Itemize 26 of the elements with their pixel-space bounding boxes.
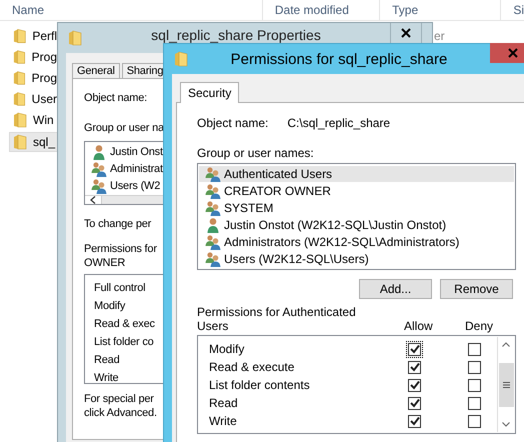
label: For special per: [84, 392, 155, 406]
label: Object name:: [197, 116, 268, 130]
label: click Advanced.: [84, 406, 157, 420]
permission-name: List folder contents: [208, 378, 310, 392]
object-path: C:\sql_replic_share: [287, 116, 390, 130]
label: Permissions for Authenticated Users: [197, 305, 357, 333]
label: Permissions for: [84, 242, 157, 256]
permission-name: Write: [94, 371, 118, 386]
label: Group or user names:: [197, 146, 314, 160]
file-type: er: [434, 29, 445, 43]
permission-name: List folder co: [94, 335, 154, 350]
label: Object name:: [84, 91, 148, 105]
column-header: Allow: [404, 319, 433, 333]
permission-name: Full control: [94, 281, 146, 296]
permission-name: Read: [208, 396, 238, 410]
window-title: sql_replic_share Properties: [150, 27, 322, 43]
permission-name: Modify: [94, 299, 126, 314]
permission-name: Read & exec: [94, 317, 155, 332]
permission-name: Read & execute: [208, 360, 294, 374]
label: To change per: [84, 217, 152, 231]
label: OWNER: [84, 256, 126, 270]
window-title: Permissions for sql_replic_share: [230, 50, 448, 68]
permission-name: Modify: [208, 342, 244, 356]
permission-name: Read: [94, 353, 120, 368]
column-header: Deny: [465, 319, 494, 333]
permission-name: Write: [208, 414, 237, 428]
